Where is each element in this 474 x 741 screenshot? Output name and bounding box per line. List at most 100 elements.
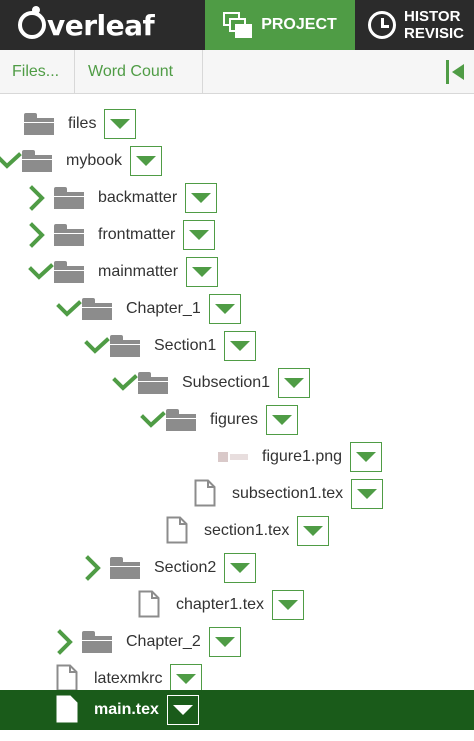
tree-item-label: figure1.png: [262, 447, 343, 465]
tab-history-label-line1: HISTOR: [404, 8, 461, 25]
tree-node[interactable]: Chapter_1: [56, 290, 241, 327]
item-menu-button[interactable]: [208, 626, 241, 657]
dropdown-triangle-icon: [356, 451, 377, 462]
tree-row[interactable]: mainmatter: [0, 253, 474, 290]
item-menu-button[interactable]: [170, 663, 203, 694]
tree-node[interactable]: section1.tex: [166, 512, 330, 549]
dropdown-triangle-icon: [189, 229, 210, 240]
dropdown-triangle-icon: [284, 377, 305, 388]
collapsed-chevron-icon[interactable]: [56, 627, 82, 657]
item-menu-button[interactable]: [272, 589, 305, 620]
dropdown-triangle-icon: [191, 192, 212, 203]
tree-row[interactable]: mybook: [0, 142, 474, 179]
tree-node[interactable]: backmatter: [28, 179, 218, 216]
tree-row[interactable]: subsection1.tex: [0, 475, 474, 512]
collapse-panel-icon[interactable]: [446, 60, 470, 84]
expanded-check-icon[interactable]: [84, 331, 110, 361]
files-button[interactable]: Files...: [0, 50, 75, 94]
item-menu-button[interactable]: [224, 552, 257, 583]
tree-row[interactable]: Chapter_2: [0, 623, 474, 660]
folder-icon: [110, 334, 140, 357]
tree-node[interactable]: figure1.png: [218, 438, 383, 475]
item-menu-button[interactable]: [130, 145, 163, 176]
tree-item-label: Section2: [154, 558, 217, 576]
expanded-check-icon[interactable]: [56, 294, 82, 324]
dropdown-triangle-icon: [230, 340, 251, 351]
item-menu-button[interactable]: [104, 108, 137, 139]
word-count-button[interactable]: Word Count: [75, 50, 203, 94]
project-stack-icon: [223, 12, 253, 38]
tree-row[interactable]: Section2: [0, 549, 474, 586]
tree-item-label: subsection1.tex: [232, 484, 344, 502]
item-menu-button[interactable]: [278, 367, 311, 398]
item-menu-button[interactable]: [351, 478, 384, 509]
dropdown-triangle-icon: [172, 705, 193, 715]
folder-icon: [54, 186, 84, 209]
expanded-check-icon[interactable]: [28, 257, 54, 287]
tree-node[interactable]: frontmatter: [28, 216, 216, 253]
tree-row[interactable]: files: [0, 105, 474, 142]
tree-item-label: Chapter_1: [126, 299, 201, 317]
tree-row[interactable]: figures: [0, 401, 474, 438]
item-menu-button[interactable]: [166, 695, 199, 725]
tree-item-label: Section1: [154, 336, 217, 354]
tree-row[interactable]: Subsection1: [0, 364, 474, 401]
tree-item-label: main.tex: [94, 701, 159, 718]
item-menu-button[interactable]: [297, 515, 330, 546]
item-menu-button[interactable]: [350, 441, 383, 472]
item-menu-button[interactable]: [208, 293, 241, 324]
tree-row[interactable]: main.tex: [0, 690, 474, 730]
expanded-check-icon[interactable]: [112, 368, 138, 398]
tab-project[interactable]: PROJECT: [205, 0, 355, 50]
tree-node[interactable]: mainmatter: [28, 253, 219, 290]
tree-item-label: latexmkrc: [94, 669, 163, 687]
item-menu-button[interactable]: [185, 182, 218, 213]
tree-row[interactable]: chapter1.tex: [0, 586, 474, 623]
item-menu-button[interactable]: [186, 256, 219, 287]
tree-row[interactable]: Section1: [0, 327, 474, 364]
tree-node[interactable]: figures: [140, 401, 299, 438]
tree-node[interactable]: subsection1.tex: [194, 475, 384, 512]
logo-text: verleaf: [47, 8, 155, 42]
item-menu-button[interactable]: [183, 219, 216, 250]
tree-node[interactable]: chapter1.tex: [138, 586, 305, 623]
file-icon: [138, 590, 162, 620]
file-toolbar: Files... Word Count: [0, 50, 474, 94]
dropdown-triangle-icon: [303, 525, 324, 536]
tree-row[interactable]: section1.tex: [0, 512, 474, 549]
item-menu-button[interactable]: [266, 404, 299, 435]
tree-row[interactable]: Chapter_1: [0, 290, 474, 327]
dropdown-triangle-icon: [192, 266, 213, 277]
item-menu-button[interactable]: [224, 330, 257, 361]
dropdown-triangle-icon: [357, 488, 378, 499]
logo-o-icon: [18, 11, 46, 39]
tree-node[interactable]: Section1: [84, 327, 257, 364]
tree-item-label: Subsection1: [182, 373, 271, 391]
tree-item-label: frontmatter: [98, 225, 176, 243]
overleaf-logo[interactable]: verleaf: [18, 6, 155, 44]
tree-node[interactable]: main.tex: [56, 690, 199, 730]
collapsed-chevron-icon[interactable]: [28, 183, 54, 213]
tree-node[interactable]: files: [24, 105, 137, 142]
tab-history[interactable]: HISTOR REVISIC: [368, 0, 474, 50]
dropdown-triangle-icon: [272, 414, 293, 425]
tree-item-label: figures: [210, 410, 259, 428]
folder-icon: [54, 260, 84, 283]
tree-node[interactable]: mybook: [0, 142, 163, 179]
folder-icon: [138, 371, 168, 394]
image-thumbnail-icon: [218, 449, 250, 465]
tree-node[interactable]: Section2: [84, 549, 257, 586]
dropdown-triangle-icon: [230, 562, 251, 573]
collapsed-chevron-icon[interactable]: [84, 553, 110, 583]
file-icon: [194, 479, 218, 509]
clock-icon: [368, 11, 396, 39]
collapsed-chevron-icon[interactable]: [28, 220, 54, 250]
expanded-check-icon[interactable]: [0, 146, 22, 176]
tree-node[interactable]: Chapter_2: [56, 623, 241, 660]
tab-history-label-line2: REVISIC: [404, 25, 465, 42]
tree-node[interactable]: Subsection1: [112, 364, 311, 401]
tree-row[interactable]: backmatter: [0, 179, 474, 216]
tree-row[interactable]: frontmatter: [0, 216, 474, 253]
expanded-check-icon[interactable]: [140, 405, 166, 435]
tree-row[interactable]: figure1.png: [0, 438, 474, 475]
